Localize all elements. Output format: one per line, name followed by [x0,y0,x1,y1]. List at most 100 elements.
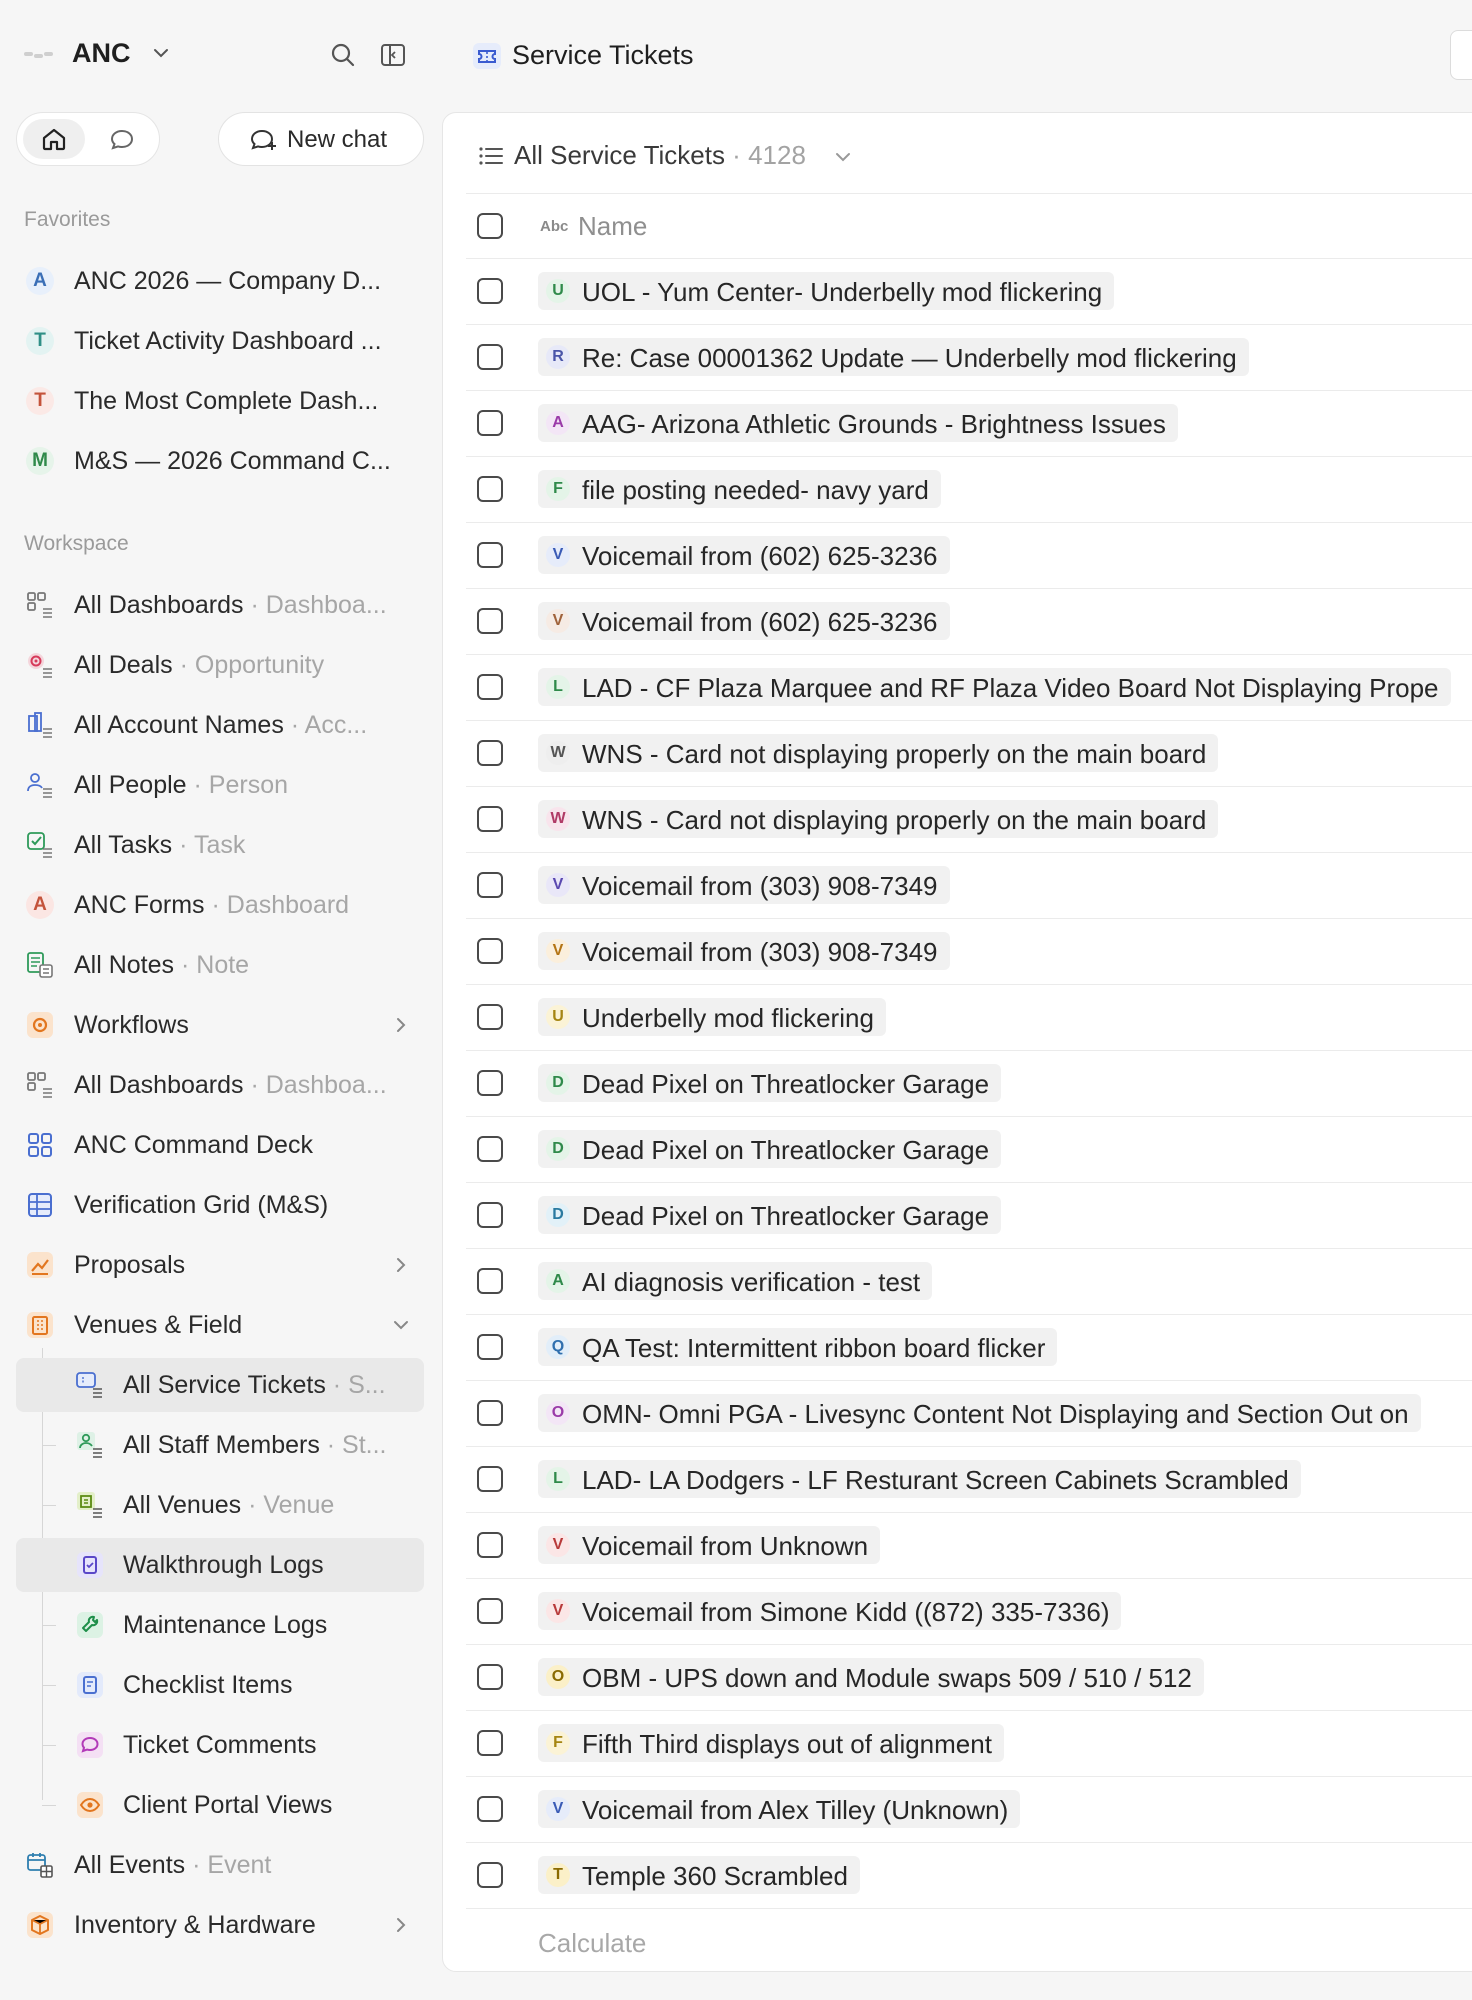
workspace-logo [24,52,54,60]
row-checkbox[interactable] [477,410,503,436]
row-checkbox[interactable] [477,1400,503,1426]
sidebar-item-proposals[interactable]: Proposals [16,1238,424,1292]
favorite-item[interactable]: M M&S — 2026 Command C... [16,434,424,488]
ticket-name-chip[interactable]: Ffile posting needed- navy yard [538,470,941,508]
row-checkbox[interactable] [477,872,503,898]
favorite-item[interactable]: A ANC 2026 — Company D... [16,254,424,308]
ticket-name-chip[interactable]: U UOL - Yum Center- Underbelly mod flicke… [538,272,1114,310]
row-checkbox[interactable] [477,1664,503,1690]
row-checkbox[interactable] [477,1598,503,1624]
separator-dot: · [283,711,305,739]
select-all-checkbox[interactable] [477,213,503,239]
sidebar-item-maintenance-logs[interactable]: Maintenance Logs [16,1598,424,1652]
row-checkbox[interactable] [477,608,503,634]
row-checkbox[interactable] [477,344,503,370]
sidebar-item-people[interactable]: All People · Person [16,758,424,812]
sidebar-item-checklist-items[interactable]: Checklist Items [16,1658,424,1712]
row-checkbox[interactable] [477,278,503,304]
row-divider [466,1182,1472,1183]
ticket-name-chip[interactable]: D Dead Pixel on Threatlocker Garage [538,1196,1001,1234]
ticket-name-chip[interactable]: A AAG- Arizona Athletic Grounds - Brightn… [538,404,1178,442]
row-checkbox[interactable] [477,1202,503,1228]
row-checkbox[interactable] [477,1268,503,1294]
toolbar-button[interactable] [1450,30,1472,80]
letter-avatar-icon: A [26,267,54,295]
ticket-name-chip[interactable]: V Voicemail from (303) 908-7349 [538,932,950,970]
item-type: Event [207,1851,272,1879]
row-checkbox[interactable] [477,1796,503,1822]
ticket-name-chip[interactable]: L LAD - CF Plaza Marquee and RF Plaza Vid… [538,668,1451,706]
sidebar-item-command-deck[interactable]: ANC Command Deck [16,1118,424,1172]
sidebar-item-deals[interactable]: All Deals · Opportunity [16,638,424,692]
sidebar-item-events[interactable]: All Events · Event [16,1838,424,1892]
item-title: All Venues [123,1491,242,1519]
favorite-item[interactable]: T The Most Complete Dash... [16,374,424,428]
ticket-name-chip[interactable]: V Voicemail from (602) 625-3236 [538,602,950,640]
favorite-item[interactable]: T Ticket Activity Dashboard ... [16,314,424,368]
row-checkbox[interactable] [477,674,503,700]
ticket-name-chip[interactable]: A AI diagnosis verification - test [538,1262,932,1300]
new-chat-button[interactable]: New chat [218,112,424,166]
home-tab[interactable] [23,119,85,159]
ticket-name-chip[interactable]: V Voicemail from Alex Tilley (Unknown) [538,1790,1020,1828]
chevron-down-icon[interactable] [152,44,170,62]
ticket-name-chip[interactable]: V Voicemail from Unknown [538,1526,880,1564]
ticket-name-chip[interactable]: T Temple 360 Scrambled [538,1856,860,1894]
row-checkbox[interactable] [477,1862,503,1888]
ticket-name-chip[interactable]: W WNS - Card not displaying properly on t… [538,800,1218,838]
chevron-right-icon[interactable] [392,1256,410,1274]
ticket-name-chip[interactable]: O OMN- Omni PGA - Livesync Content Not Di… [538,1394,1421,1432]
row-checkbox[interactable] [477,542,503,568]
sidebar-item-verification-grid[interactable]: Verification Grid (M&S) [16,1178,424,1232]
ticket-name-chip[interactable]: D Dead Pixel on Threatlocker Garage [538,1130,1001,1168]
ticket-name: Voicemail from (602) 625-3236 [582,607,938,637]
row-checkbox[interactable] [477,1334,503,1360]
sidebar-item-venues-field[interactable]: Venues & Field [16,1298,424,1352]
row-checkbox[interactable] [477,806,503,832]
ticket-name-chip[interactable]: Q QA Test: Intermittent ribbon board flic… [538,1328,1057,1366]
ticket-name-chip[interactable]: V Voicemail from (602) 625-3236 [538,536,950,574]
column-header-name[interactable]: Name [578,211,647,242]
favorite-label: The Most Complete Dash... [74,387,379,415]
calculate-footer[interactable]: Calculate [538,1928,646,1959]
row-checkbox[interactable] [477,1070,503,1096]
sidebar-item-account-names[interactable]: All Account Names · Acc... [16,698,424,752]
ticket-name-chip[interactable]: U Underbelly mod flickering [538,998,886,1036]
sidebar-item-dashboards[interactable]: All Dashboards · Dashboa... [16,578,424,632]
sidebar-item-service-tickets[interactable]: All Service Tickets · S... [16,1358,424,1412]
sidebar-item-tasks[interactable]: All Tasks · Task [16,818,424,872]
row-checkbox[interactable] [477,1730,503,1756]
ticket-name-chip[interactable]: R Re: Case 00001362 Update — Underbelly m… [538,338,1249,376]
ticket-name-chip[interactable]: D Dead Pixel on Threatlocker Garage [538,1064,1001,1102]
sidebar-item-staff-members[interactable]: All Staff Members · St... [16,1418,424,1472]
row-checkbox[interactable] [477,476,503,502]
sidebar-collapse-icon[interactable] [378,40,408,70]
sidebar-item-anc-forms[interactable]: A ANC Forms · Dashboard [16,878,424,932]
row-checkbox[interactable] [477,1466,503,1492]
ticket-name-chip[interactable]: W WNS - Card not displaying properly on t… [538,734,1218,772]
row-checkbox[interactable] [477,938,503,964]
sidebar-item-inventory[interactable]: Inventory & Hardware [16,1898,424,1952]
ticket-name-chip[interactable]: V Voicemail from Simone Kidd ((872) 335-7… [538,1592,1121,1630]
search-icon[interactable] [328,40,358,70]
sidebar-item-notes[interactable]: All Notes · Note [16,938,424,992]
ticket-name-chip[interactable]: L LAD- LA Dodgers - LF Resturant Screen C… [538,1460,1301,1498]
chevron-right-icon[interactable] [392,1016,410,1034]
row-checkbox[interactable] [477,1004,503,1030]
ticket-name-chip[interactable]: O OBM - UPS down and Module swaps 509 / 5… [538,1658,1204,1696]
sidebar-item-walkthrough-logs[interactable]: Walkthrough Logs [16,1538,424,1592]
sidebar-item-venues[interactable]: All Venues · Venue [16,1478,424,1532]
chat-tab[interactable] [91,119,153,159]
workspace-name[interactable]: ANC [72,38,131,69]
chevron-right-icon[interactable] [392,1916,410,1934]
row-checkbox[interactable] [477,1136,503,1162]
sidebar-item-dashboards-2[interactable]: All Dashboards · Dashboa... [16,1058,424,1112]
ticket-name-chip[interactable]: F Fifth Third displays out of alignment [538,1724,1004,1762]
sidebar-item-workflows[interactable]: Workflows [16,998,424,1052]
chevron-down-icon[interactable] [392,1316,410,1334]
sidebar-item-ticket-comments[interactable]: Ticket Comments [16,1718,424,1772]
row-checkbox[interactable] [477,740,503,766]
row-checkbox[interactable] [477,1532,503,1558]
ticket-name-chip[interactable]: V Voicemail from (303) 908-7349 [538,866,950,904]
sidebar-item-client-portal-views[interactable]: Client Portal Views [16,1778,424,1832]
